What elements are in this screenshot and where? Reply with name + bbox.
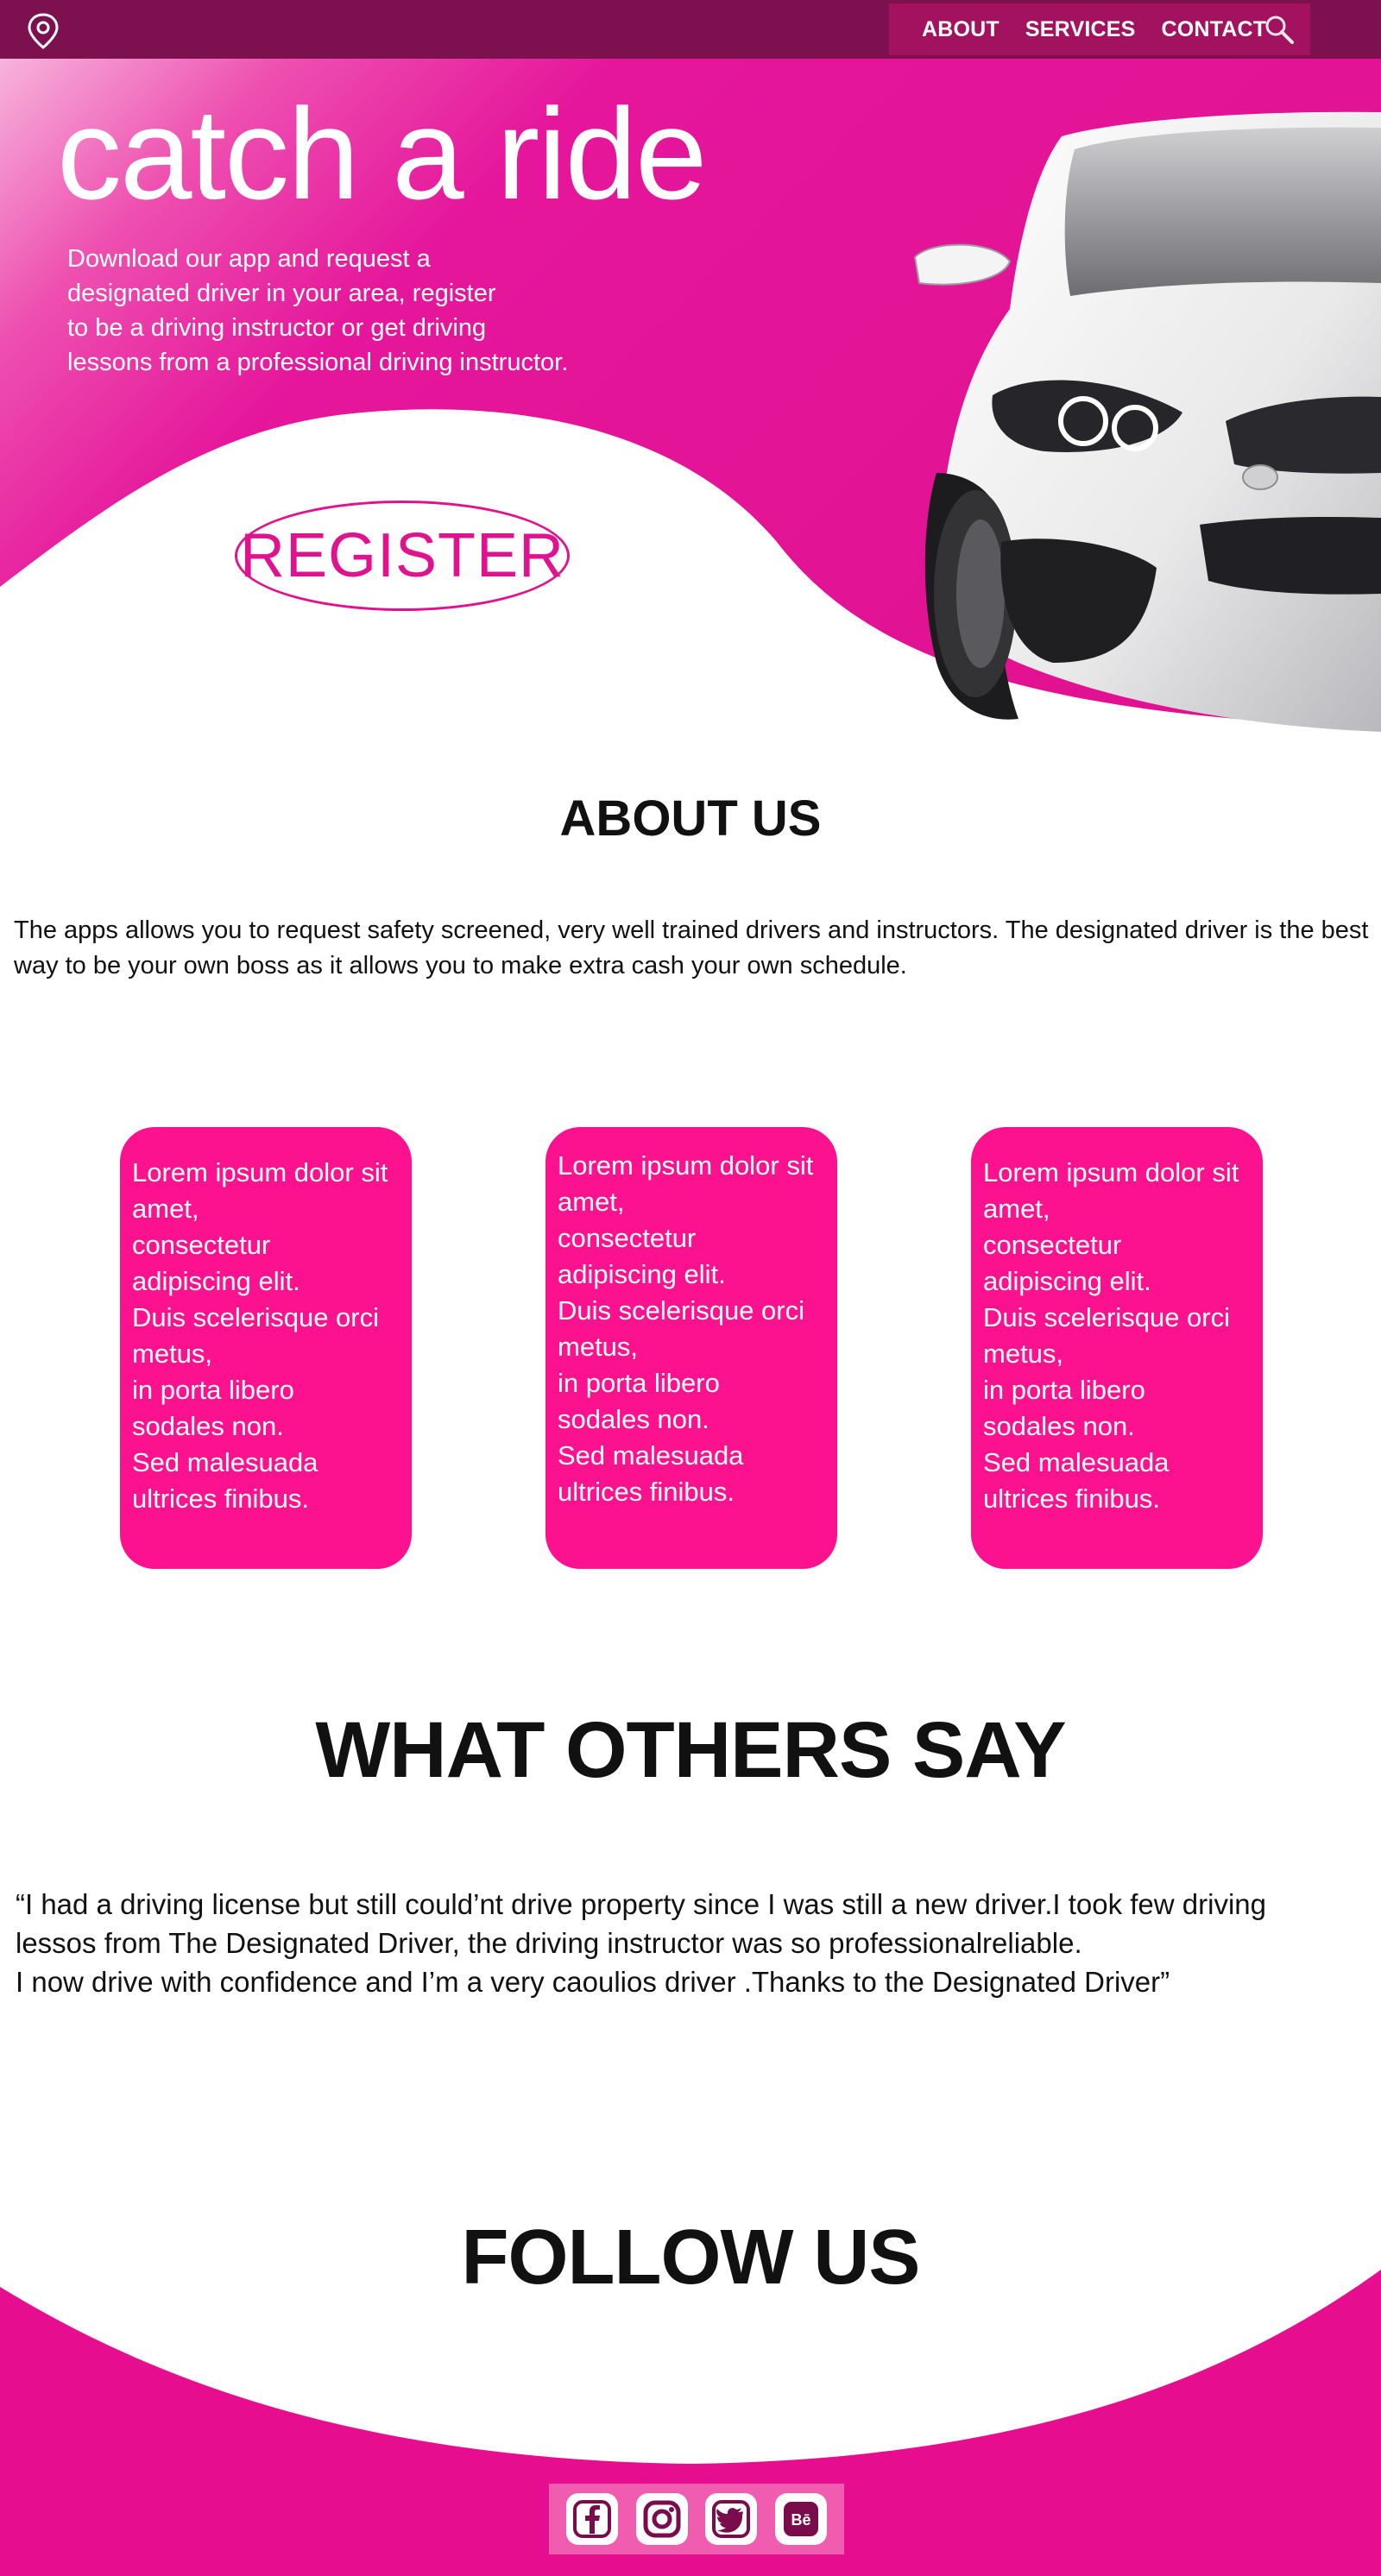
hero-line: Download our app and request a — [67, 245, 431, 273]
card-line: ultrices finibus. — [558, 1477, 735, 1507]
card-line: amet, — [558, 1187, 625, 1217]
hero-section: catch a ride Download our app and reques… — [0, 59, 1381, 732]
quote-line: lessos from The Designated Driver, the d… — [16, 1927, 1082, 1959]
quote-line: “I had a driving license but still could… — [16, 1888, 1266, 1920]
behance-icon[interactable]: Bē — [774, 2493, 827, 2545]
card-line: Sed malesuada — [558, 1440, 744, 1471]
card-line: Lorem ipsum dolor sit — [558, 1150, 814, 1181]
top-bar: ABOUT SERVICES CONTACT — [0, 0, 1381, 59]
card-line: in porta libero — [558, 1368, 720, 1398]
card-line: Sed malesuada — [983, 1447, 1170, 1477]
twitter-icon[interactable] — [705, 2493, 758, 2545]
white-car-image — [913, 111, 1381, 732]
card-line: adipiscing elit. — [983, 1266, 1151, 1296]
hero-line: to be a driving instructor or get drivin… — [67, 314, 487, 342]
nav-services[interactable]: SERVICES — [1025, 17, 1136, 42]
card-line: ultrices finibus. — [132, 1483, 310, 1514]
svg-text:Bē: Bē — [791, 2511, 810, 2529]
card-line: in porta libero — [132, 1375, 294, 1405]
card-line: Sed malesuada — [132, 1447, 318, 1477]
hero-line: designated driver in your area, register — [67, 280, 496, 307]
main-nav: ABOUT SERVICES CONTACT — [889, 3, 1310, 55]
search-icon[interactable] — [1264, 14, 1295, 45]
nav-about[interactable]: ABOUT — [922, 17, 999, 42]
testimonials-heading: WHAT OTHERS SAY — [315, 1706, 1066, 1794]
card-line: metus, — [558, 1332, 639, 1362]
card-line: Duis scelerisque orci — [983, 1302, 1230, 1332]
follow-heading: FOLLOW US — [461, 2214, 921, 2301]
hero-title: catch a ride — [57, 81, 707, 226]
register-button[interactable]: REGISTER — [235, 501, 570, 611]
location-pin-logo-icon[interactable] — [26, 12, 60, 50]
card-line: metus, — [983, 1338, 1064, 1369]
about-heading: ABOUT US — [559, 790, 822, 847]
testimonial-quote: “I had a driving license but still could… — [16, 1885, 1381, 2001]
card-line: ultrices finibus. — [983, 1483, 1161, 1514]
card-line: adipiscing elit. — [132, 1266, 300, 1296]
card-line: adipiscing elit. — [558, 1259, 726, 1289]
about-text: The apps allows you to request safety sc… — [14, 916, 1369, 979]
card-line: sodales non. — [983, 1411, 1135, 1441]
social-links: Bē — [549, 2484, 844, 2554]
hero-description: Download our app and request a designate… — [67, 242, 654, 380]
card-line: sodales non. — [558, 1404, 709, 1434]
card-line: sodales non. — [132, 1411, 284, 1441]
card-line: Duis scelerisque orci — [132, 1302, 379, 1332]
card-line: amet, — [983, 1194, 1050, 1224]
feature-card: Lorem ipsum dolor sit amet, consectetur … — [120, 1127, 412, 1569]
card-line: Duis scelerisque orci — [558, 1295, 804, 1326]
card-line: Lorem ipsum dolor sit — [132, 1157, 388, 1187]
card-line: in porta libero — [983, 1375, 1145, 1405]
nav-contact[interactable]: CONTACT — [1161, 17, 1266, 42]
card-line: amet, — [132, 1194, 199, 1224]
feature-card: Lorem ipsum dolor sit amet, consectetur … — [545, 1127, 837, 1569]
instagram-icon[interactable] — [635, 2493, 688, 2545]
hero-line: lessons from a professional driving inst… — [67, 349, 569, 376]
quote-line: I now drive with confidence and I’m a ve… — [16, 1966, 1170, 1998]
feature-card: Lorem ipsum dolor sit amet, consectetur … — [971, 1127, 1263, 1569]
card-line: consectetur — [983, 1230, 1122, 1260]
card-line: metus, — [132, 1338, 213, 1369]
card-line: consectetur — [558, 1223, 697, 1253]
card-line: Lorem ipsum dolor sit — [983, 1157, 1239, 1187]
card-line: consectetur — [132, 1230, 271, 1260]
facebook-icon[interactable] — [566, 2493, 619, 2545]
